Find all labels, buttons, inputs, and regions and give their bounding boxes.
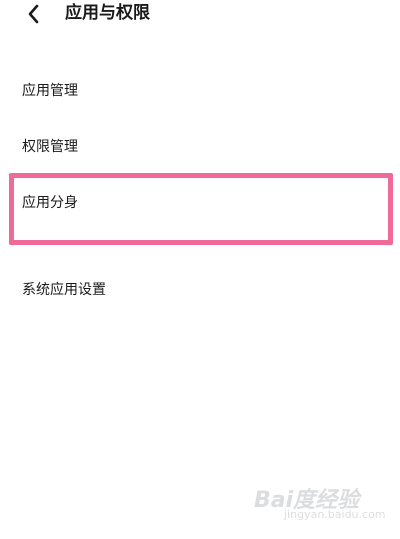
menu-item-system-app-settings[interactable]: 系统应用设置 [22, 276, 378, 304]
page-title: 应用与权限 [65, 3, 150, 23]
menu-item-app-management[interactable]: 应用管理 [22, 77, 378, 105]
menu-item-label: 应用分身 [22, 195, 78, 211]
menu-item-app-clone[interactable]: 应用分身 [22, 189, 378, 217]
menu-item-label: 应用管理 [22, 83, 78, 99]
top-bar: 应用与权限 [0, 0, 400, 30]
watermark-subtext: jingyan.baidu.com [284, 508, 386, 521]
menu-item-label: 权限管理 [22, 139, 78, 155]
menu-item-label: 系统应用设置 [22, 282, 106, 298]
back-button[interactable] [22, 2, 48, 26]
chevron-left-icon [22, 2, 48, 26]
menu-item-permission-management[interactable]: 权限管理 [22, 133, 378, 161]
baidu-jingyan-watermark: Bai度经验 jingyan.baidu.com [254, 480, 394, 530]
